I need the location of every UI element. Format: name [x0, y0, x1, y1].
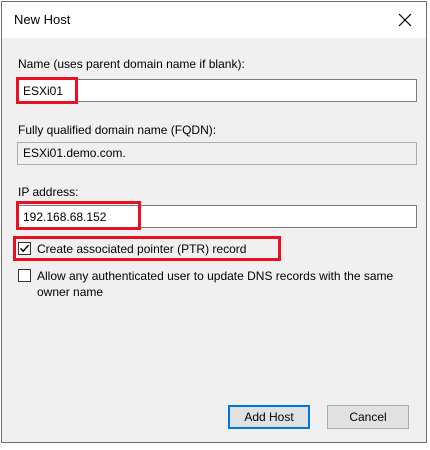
fqdn-label: Fully qualified domain name (FQDN):: [18, 123, 217, 137]
ip-address-input[interactable]: [17, 205, 417, 228]
ip-label: IP address:: [18, 185, 79, 199]
add-host-button[interactable]: Add Host: [228, 405, 310, 429]
allow-update-checkbox-label: Allow any authenticated user to update D…: [37, 269, 394, 299]
title-bar: New Host: [2, 2, 426, 38]
ptr-checkbox-label: Create associated pointer (PTR) record: [37, 242, 247, 256]
new-host-dialog: New Host Name (uses parent domain name i…: [1, 1, 427, 443]
checkmark-icon: [19, 244, 30, 253]
close-icon[interactable]: [396, 11, 414, 29]
name-input[interactable]: [17, 79, 417, 102]
allow-update-checkbox[interactable]: [18, 269, 31, 282]
cancel-button[interactable]: Cancel: [327, 405, 409, 429]
name-label: Name (uses parent domain name if blank):: [18, 57, 245, 71]
ptr-checkbox-row[interactable]: Create associated pointer (PTR) record: [18, 241, 407, 257]
window-title: New Host: [14, 12, 71, 27]
fqdn-field: ESXi01.demo.com.: [17, 142, 417, 165]
ptr-checkbox[interactable]: [18, 242, 31, 255]
allow-update-checkbox-row[interactable]: Allow any authenticated user to update D…: [18, 268, 407, 300]
